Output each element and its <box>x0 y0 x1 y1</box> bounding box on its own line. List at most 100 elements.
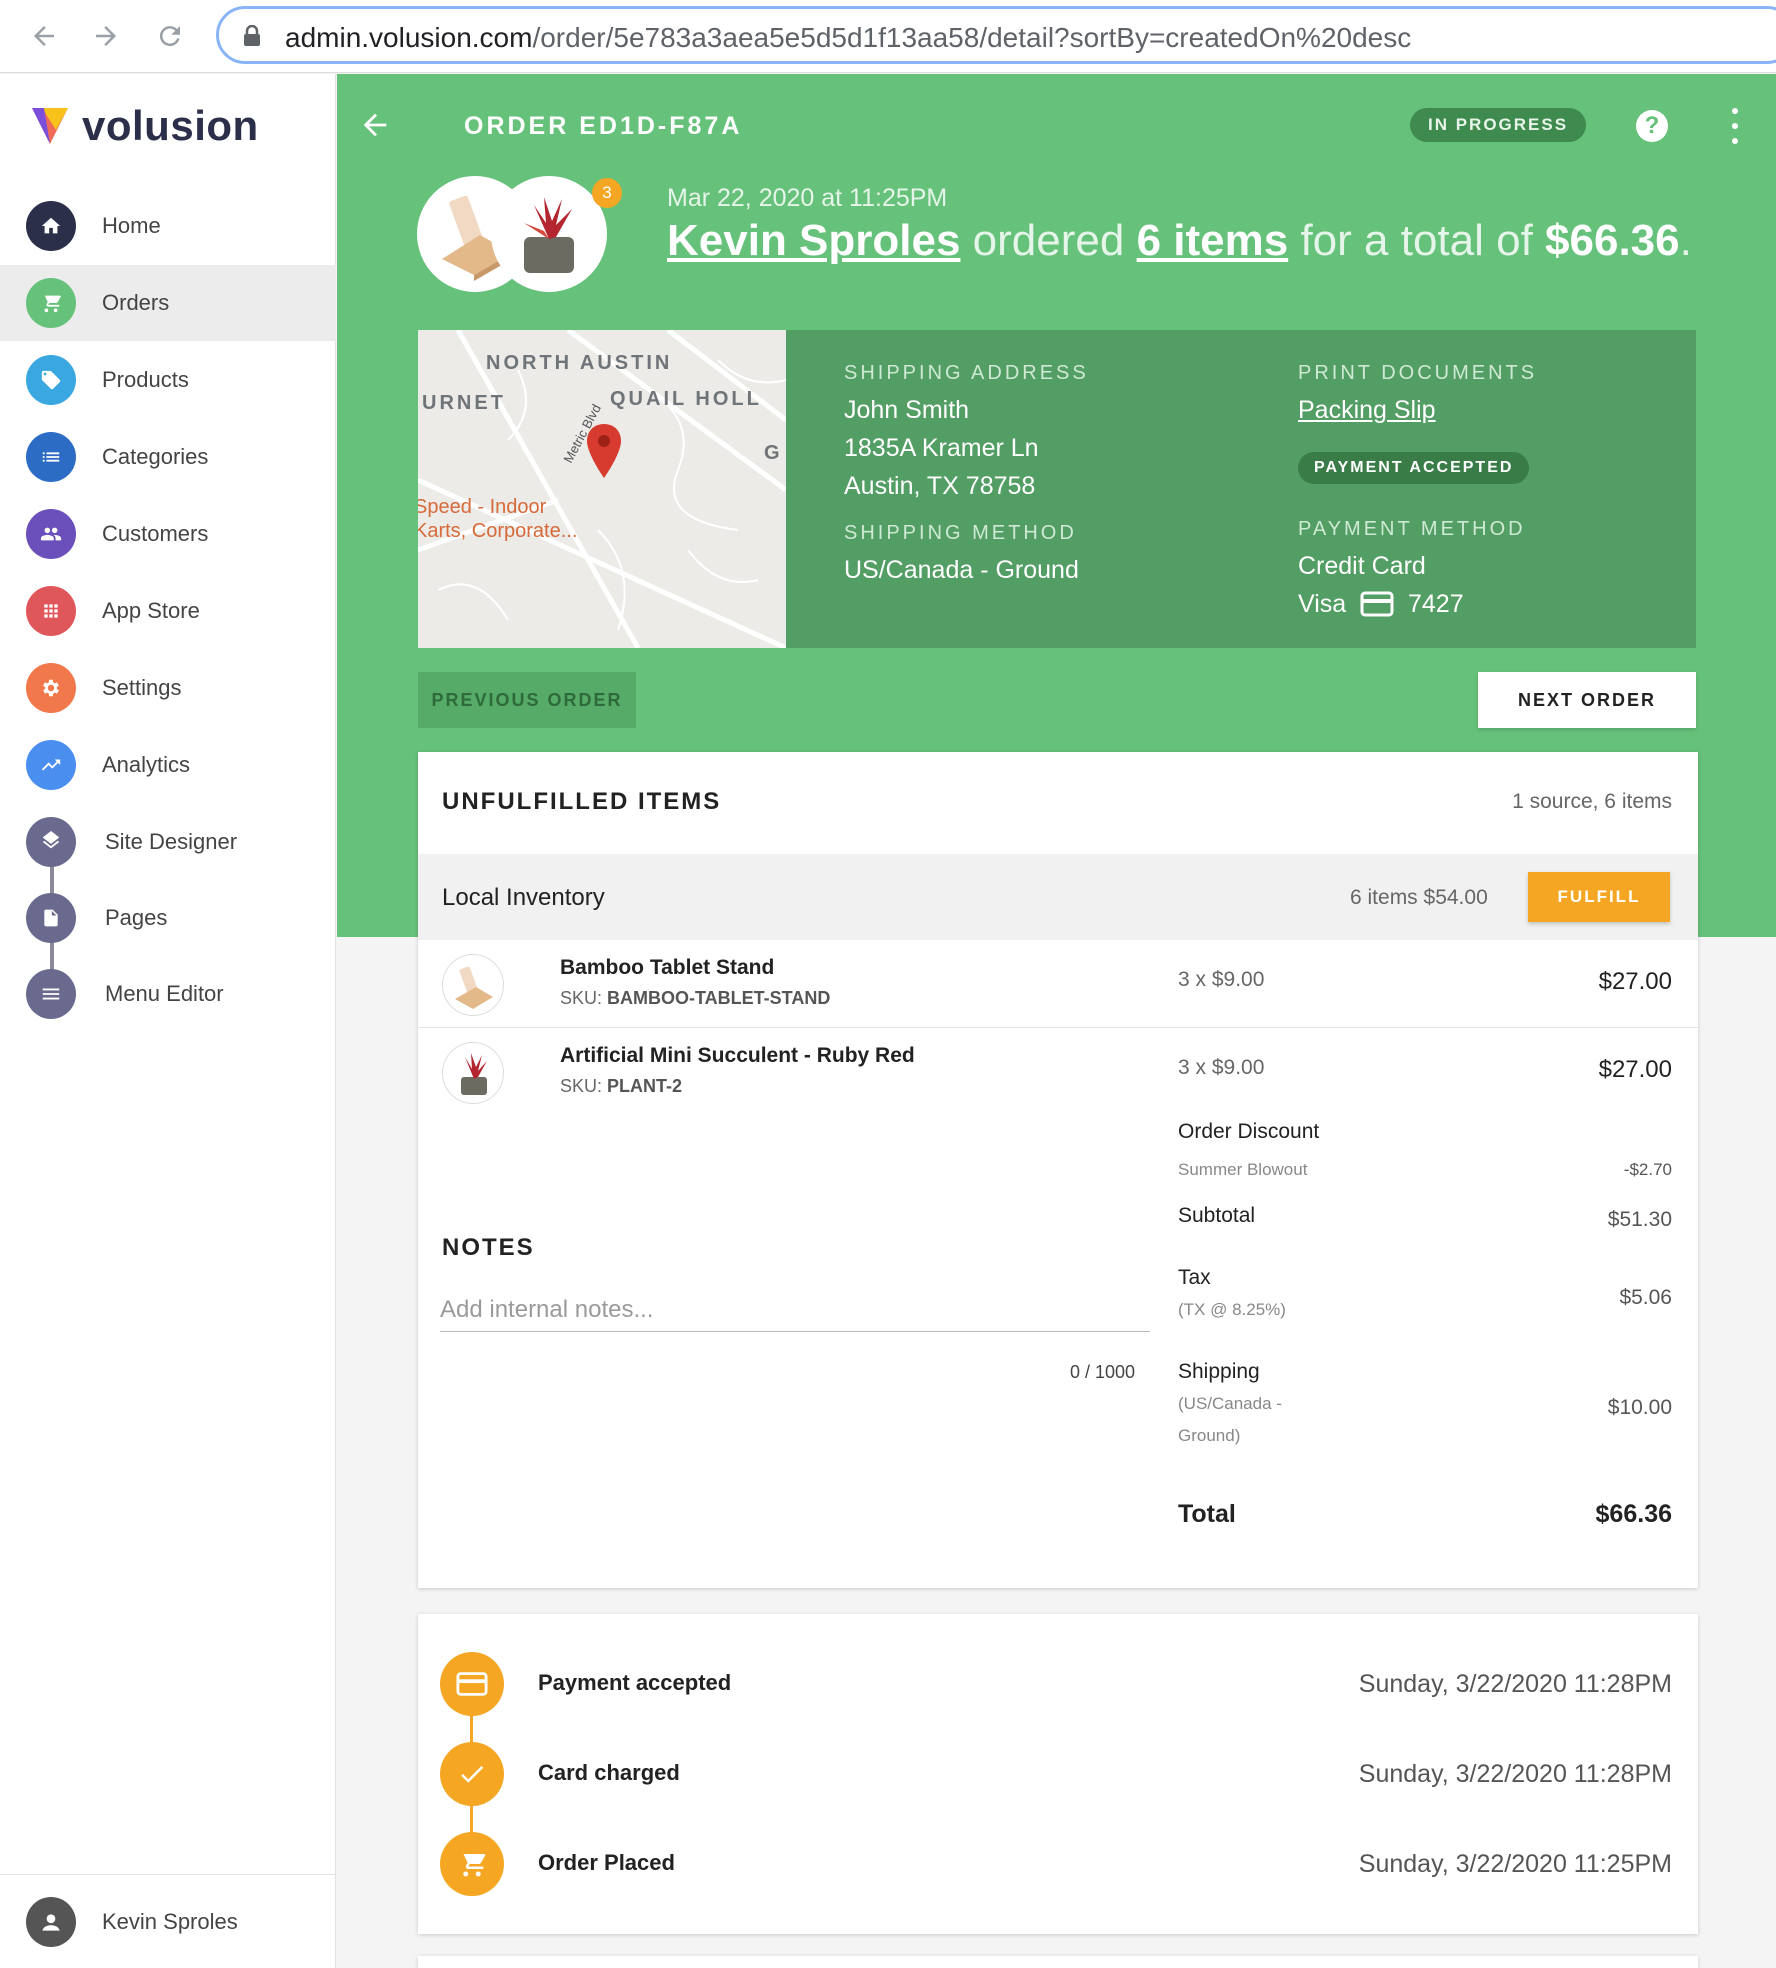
item-price: $27.00 <box>1598 1056 1672 1083</box>
back-arrow-icon[interactable] <box>24 16 64 56</box>
credit-card-icon <box>440 1652 504 1716</box>
total-label: Total <box>1178 1500 1236 1528</box>
packing-slip-link[interactable]: Packing Slip <box>1298 396 1436 425</box>
user-name: Kevin Sproles <box>102 1909 238 1934</box>
source-name: Local Inventory <box>442 884 605 911</box>
payment-method-label: PAYMENT METHOD <box>1298 518 1526 540</box>
order-total: $66.36 <box>1545 216 1680 265</box>
sidebar-item-pages[interactable]: Pages <box>0 880 336 956</box>
check-icon <box>440 1742 504 1806</box>
item-count-badge: 3 <box>592 178 622 208</box>
volusion-logo-icon <box>32 108 68 144</box>
lock-icon <box>244 25 260 46</box>
sidebar-item-app-store[interactable]: App Store <box>0 573 336 649</box>
order-date: Mar 22, 2020 at 11:25PM <box>667 184 948 212</box>
print-documents-label: PRINT DOCUMENTS <box>1298 362 1538 384</box>
discount-label: Order Discount <box>1178 1120 1320 1143</box>
succulent-thumb-icon <box>442 1042 504 1104</box>
sidebar-item-label: Orders <box>102 290 170 315</box>
line-item-row: Bamboo Tablet Stand SKU: BAMBOO-TABLET-S… <box>418 940 1698 1028</box>
tax-sub: (TX @ 8.25%) <box>1178 1300 1286 1319</box>
browser-toolbar: admin.volusion.com/order/5e783a3aea5e5d5… <box>0 0 1776 73</box>
list-icon <box>26 432 76 482</box>
sidebar-user[interactable]: Kevin Sproles <box>0 1874 336 1968</box>
map-pin-icon <box>587 424 621 478</box>
url-text: admin.volusion.com/order/5e783a3aea5e5d5… <box>285 22 1411 54</box>
customer-link[interactable]: Kevin Sproles <box>667 216 960 265</box>
shipping-map[interactable]: NORTH AUSTIN URNET QUAIL HOLL G Metric B… <box>418 330 786 648</box>
previous-order-button[interactable]: PREVIOUS ORDER <box>418 672 636 728</box>
shipping-address-label: SHIPPING ADDRESS <box>844 362 1089 384</box>
sidebar-item-label: Pages <box>105 905 168 930</box>
sku-label: SKU: <box>560 1076 603 1096</box>
tax-value: $5.06 <box>1619 1286 1672 1309</box>
subtotal-label: Subtotal <box>1178 1204 1256 1227</box>
cart-icon <box>26 278 76 328</box>
card-last4: 7427 <box>1408 590 1464 618</box>
timeline-label: Card charged <box>538 1760 680 1785</box>
notes-title: NOTES <box>442 1234 535 1261</box>
notes-char-count: 0 / 1000 <box>1070 1362 1136 1382</box>
tag-icon <box>26 355 76 405</box>
total-value: $66.36 <box>1595 1500 1672 1528</box>
sidebar: volusion Home Orders Products Categories… <box>0 74 336 1968</box>
help-icon[interactable]: ? <box>1636 110 1668 142</box>
more-vert-icon[interactable] <box>1730 108 1740 144</box>
item-name[interactable]: Bamboo Tablet Stand <box>560 956 774 980</box>
sku-value: BAMBOO-TABLET-STAND <box>607 988 831 1008</box>
discount-value: -$2.70 <box>1623 1160 1672 1179</box>
line-item-row: Artificial Mini Succulent - Ruby Red SKU… <box>418 1028 1698 1116</box>
map-roads <box>418 330 786 648</box>
sku-value: PLANT-2 <box>607 1076 683 1096</box>
timeline-date: Sunday, 3/22/2020 11:28PM <box>1358 1760 1672 1788</box>
shipping-method-label: SHIPPING METHOD <box>844 522 1077 544</box>
product-thumb-succulent <box>491 176 607 292</box>
fulfill-button[interactable]: FULFILL <box>1528 872 1670 922</box>
sidebar-item-analytics[interactable]: Analytics <box>0 727 336 803</box>
sidebar-item-label: App Store <box>102 598 200 623</box>
items-link[interactable]: 6 items <box>1137 216 1289 265</box>
notes-input[interactable] <box>440 1288 1150 1332</box>
sidebar-item-customers[interactable]: Customers <box>0 496 336 572</box>
status-badge: IN PROGRESS <box>1410 108 1587 142</box>
shipping-sub-2: Ground) <box>1178 1426 1241 1445</box>
url-path: /order/5e783a3aea5e5d5d1f13aa58/detail?s… <box>532 22 1412 53</box>
timeline-label: Payment accepted <box>538 1670 732 1695</box>
next-order-button[interactable]: NEXT ORDER <box>1478 672 1696 728</box>
reload-icon[interactable] <box>150 16 190 56</box>
next-card-peek <box>418 1956 1698 1968</box>
subtotal-value: $51.30 <box>1607 1208 1672 1231</box>
discount-name: Summer Blowout <box>1178 1160 1308 1179</box>
payment-status-badge: PAYMENT ACCEPTED <box>1298 452 1530 484</box>
order-title: ORDER ED1D-F87A <box>464 112 743 140</box>
sidebar-item-products[interactable]: Products <box>0 342 336 418</box>
sidebar-item-categories[interactable]: Categories <box>0 419 336 495</box>
order-timeline-card: Payment accepted Sunday, 3/22/2020 11:28… <box>418 1614 1698 1934</box>
map-label-g: G <box>764 442 783 464</box>
sidebar-item-menu-editor[interactable]: Menu Editor <box>0 956 336 1032</box>
url-domain: admin.volusion.com <box>285 22 533 53</box>
unfulfilled-items-card: UNFULFILLED ITEMS 1 source, 6 items Loca… <box>418 752 1698 1588</box>
layers-icon <box>26 817 76 867</box>
address-bar[interactable]: admin.volusion.com/order/5e783a3aea5e5d5… <box>216 6 1776 64</box>
timeline-date: Sunday, 3/22/2020 11:25PM <box>1358 1850 1672 1878</box>
home-icon <box>26 201 76 251</box>
item-sku: SKU: PLANT-2 <box>560 1076 682 1097</box>
sidebar-item-label: Home <box>102 213 161 238</box>
sidebar-item-orders[interactable]: Orders <box>0 265 336 341</box>
back-arrow-icon[interactable] <box>358 108 392 147</box>
page-icon <box>26 893 76 943</box>
sidebar-item-settings[interactable]: Settings <box>0 650 336 726</box>
ordered-text: ordered <box>972 216 1125 265</box>
ship-city: Austin, TX 78758 <box>844 472 1036 500</box>
brand-logo[interactable]: volusion <box>30 102 259 150</box>
unfulfilled-meta: 1 source, 6 items <box>1512 790 1672 813</box>
sidebar-item-site-designer[interactable]: Site Designer <box>0 804 336 880</box>
sidebar-item-home[interactable]: Home <box>0 188 336 264</box>
trend-icon <box>26 740 76 790</box>
forward-arrow-icon[interactable] <box>86 16 126 56</box>
item-name[interactable]: Artificial Mini Succulent - Ruby Red <box>560 1044 915 1068</box>
gear-icon <box>26 663 76 713</box>
sidebar-item-label: Site Designer <box>105 829 238 854</box>
timeline-label: Order Placed <box>538 1850 675 1875</box>
